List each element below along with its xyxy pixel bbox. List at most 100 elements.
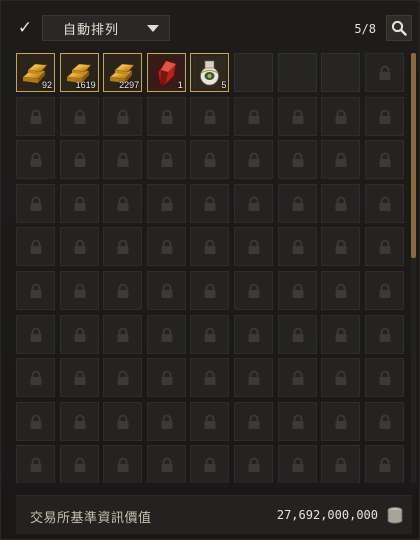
inventory-slot-locked[interactable] (59, 358, 99, 398)
inventory-slot-locked[interactable] (364, 183, 404, 223)
inventory-slot-locked[interactable] (321, 227, 361, 267)
lock-icon (74, 152, 86, 168)
lock-icon (74, 370, 86, 386)
inventory-slot-empty[interactable] (233, 53, 273, 92)
inventory-slot-locked[interactable] (103, 445, 143, 483)
inventory-slot-locked[interactable] (59, 270, 99, 310)
inventory-slot-locked[interactable] (190, 445, 230, 483)
inventory-slot-locked[interactable] (146, 183, 186, 223)
inventory-slot-locked[interactable] (59, 140, 99, 180)
inventory-slot-empty[interactable] (277, 53, 317, 92)
inventory-slot-locked[interactable] (321, 358, 361, 398)
inventory-slot-locked[interactable] (277, 96, 317, 136)
inventory-slot-item[interactable]: 92 (16, 53, 55, 92)
inventory-slot-locked[interactable] (146, 96, 186, 136)
inventory-slot-locked[interactable] (59, 445, 99, 483)
inventory-slot-locked[interactable] (233, 445, 273, 483)
inventory-slot-locked[interactable] (233, 358, 273, 398)
inventory-slot-locked[interactable] (277, 140, 317, 180)
inventory-slot-locked[interactable] (190, 358, 230, 398)
inventory-slot-locked[interactable] (16, 140, 55, 180)
inventory-slot-locked[interactable] (190, 314, 230, 354)
inventory-slot-locked[interactable] (16, 401, 55, 441)
inventory-slot-locked[interactable] (59, 183, 99, 223)
auto-sort-dropdown[interactable]: 自動排列 (42, 15, 170, 41)
inventory-slot-locked[interactable] (103, 96, 143, 136)
inventory-slot-locked[interactable] (321, 270, 361, 310)
inventory-slot-item[interactable]: 1619 (59, 53, 99, 92)
inventory-slot-locked[interactable] (233, 227, 273, 267)
inventory-slot-locked[interactable] (146, 358, 186, 398)
inventory-slot-locked[interactable] (321, 401, 361, 441)
search-button[interactable] (386, 15, 412, 41)
inventory-slot-locked[interactable] (146, 445, 186, 483)
inventory-slot-locked[interactable] (364, 314, 404, 354)
inventory-slot-locked[interactable] (190, 401, 230, 441)
inventory-slot-locked[interactable] (233, 314, 273, 354)
inventory-slot-locked[interactable] (277, 358, 317, 398)
inventory-slot-locked[interactable] (190, 140, 230, 180)
lock-icon (335, 239, 347, 255)
inventory-slot-empty[interactable] (321, 53, 361, 92)
inventory-slot-locked[interactable] (364, 227, 404, 267)
inventory-slot-locked[interactable] (59, 314, 99, 354)
inventory-slot-locked[interactable] (16, 358, 55, 398)
inventory-slot-locked[interactable] (190, 183, 230, 223)
inventory-slot-locked[interactable] (321, 445, 361, 483)
inventory-slot-item[interactable]: 1 (146, 53, 186, 92)
inventory-slot-item[interactable]: 5 (190, 53, 230, 92)
inventory-slot-locked[interactable] (103, 227, 143, 267)
inventory-slot-locked[interactable] (190, 270, 230, 310)
lock-icon (30, 370, 42, 386)
lock-icon (292, 370, 304, 386)
inventory-slot-locked[interactable] (233, 140, 273, 180)
inventory-slot-locked[interactable] (190, 96, 230, 136)
inventory-slot-locked[interactable] (16, 227, 55, 267)
scrollbar-thumb[interactable] (411, 53, 416, 258)
inventory-slot-locked[interactable] (16, 270, 55, 310)
inventory-slot-locked[interactable] (190, 227, 230, 267)
inventory-slot-locked[interactable] (146, 401, 186, 441)
inventory-slot-locked[interactable] (146, 270, 186, 310)
inventory-slot-locked[interactable] (364, 445, 404, 483)
inventory-slot-locked[interactable] (233, 270, 273, 310)
inventory-slot-locked[interactable] (16, 445, 55, 483)
inventory-scrollbar[interactable] (411, 53, 416, 483)
inventory-slot-locked[interactable] (364, 358, 404, 398)
inventory-slot-locked[interactable] (59, 227, 99, 267)
inventory-slot-locked[interactable] (103, 140, 143, 180)
inventory-slot-locked[interactable] (233, 401, 273, 441)
inventory-slot-locked[interactable] (277, 227, 317, 267)
inventory-slot-locked[interactable] (321, 314, 361, 354)
inventory-slot-locked[interactable] (59, 96, 99, 136)
inventory-slot-locked[interactable] (364, 96, 404, 136)
inventory-slot-locked[interactable] (59, 401, 99, 441)
inventory-slot-locked[interactable] (321, 183, 361, 223)
inventory-slot-locked[interactable] (233, 96, 273, 136)
inventory-slot-locked[interactable] (321, 96, 361, 136)
inventory-slot-locked[interactable] (277, 270, 317, 310)
inventory-slot-locked[interactable] (16, 96, 55, 136)
inventory-slot-locked[interactable] (146, 140, 186, 180)
inventory-slot-locked[interactable] (364, 270, 404, 310)
auto-sort-checkbox[interactable]: ✓ (14, 17, 36, 39)
inventory-slot-locked[interactable] (103, 314, 143, 354)
inventory-slot-locked[interactable] (103, 401, 143, 441)
inventory-slot-locked[interactable] (103, 270, 143, 310)
inventory-slot-locked[interactable] (146, 314, 186, 354)
inventory-slot-locked[interactable] (103, 183, 143, 223)
inventory-slot-locked[interactable] (277, 401, 317, 441)
inventory-slot-locked[interactable] (364, 53, 404, 92)
inventory-slot-locked[interactable] (277, 314, 317, 354)
inventory-slot-locked[interactable] (233, 183, 273, 223)
inventory-slot-locked[interactable] (16, 183, 55, 223)
inventory-slot-locked[interactable] (364, 401, 404, 441)
inventory-slot-locked[interactable] (103, 358, 143, 398)
inventory-slot-locked[interactable] (277, 183, 317, 223)
inventory-slot-item[interactable]: 2297 (103, 53, 143, 92)
inventory-slot-locked[interactable] (277, 445, 317, 483)
inventory-slot-locked[interactable] (364, 140, 404, 180)
inventory-slot-locked[interactable] (321, 140, 361, 180)
inventory-slot-locked[interactable] (146, 227, 186, 267)
inventory-slot-locked[interactable] (16, 314, 55, 354)
